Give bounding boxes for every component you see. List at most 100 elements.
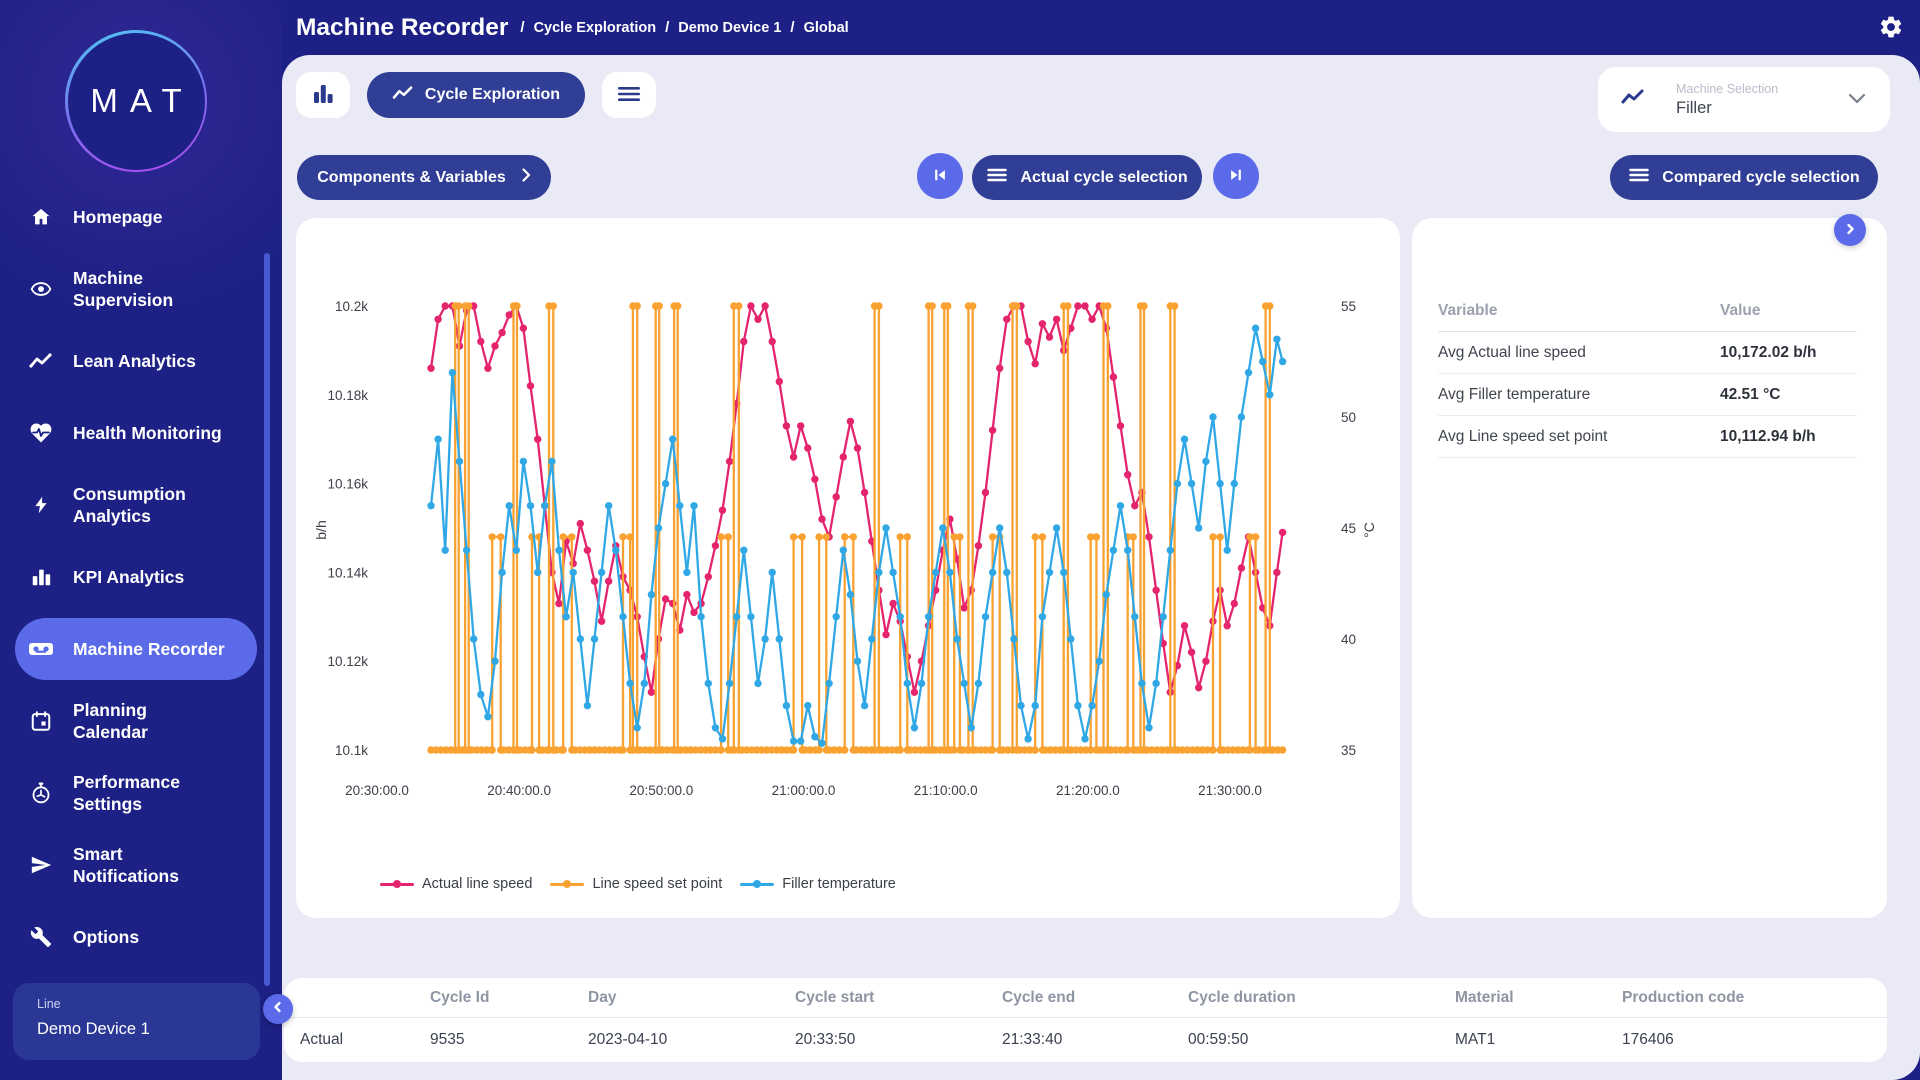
col-material: Material [1455, 989, 1622, 1007]
sidebar-item-health-monitoring[interactable]: Health Monitoring [0, 397, 282, 469]
col-cycle-start: Cycle start [795, 989, 1002, 1007]
sidebar-item-kpi-analytics[interactable]: KPI Analytics [0, 541, 282, 613]
hamburger-icon [617, 85, 641, 106]
breadcrumb-global[interactable]: Global [804, 20, 849, 36]
cycle-table-row-actual: Actual 9535 2023-04-10 20:33:50 21:33:40… [284, 1018, 1887, 1061]
mat-logo: MAT [65, 30, 207, 172]
heart-pulse-icon [28, 422, 54, 444]
sidebar-item-smart-notifications[interactable]: SmartNotifications [0, 829, 282, 901]
main-panel: Cycle Exploration Machine Selection Fill… [282, 55, 1920, 1080]
components-variables-label: Components & Variables [317, 169, 506, 187]
logo-text: MAT [78, 82, 193, 120]
sidebar-item-homepage[interactable]: Homepage [0, 181, 282, 253]
stats-header-variable: Variable [1438, 302, 1720, 320]
chart-legend: Actual line speed Line speed set point F… [380, 876, 896, 892]
bar-chart-view-button[interactable] [296, 72, 350, 118]
hamburger-icon [986, 167, 1008, 188]
svg-text:10.2k: 10.2k [335, 299, 368, 314]
machine-selection-value: Filler [1676, 99, 1848, 118]
sidebar-collapse-button[interactable] [263, 994, 293, 1024]
cycle-stats-card: Variable Value Avg Actual line speed 10,… [1412, 218, 1887, 918]
legend-swatch-orange [550, 880, 584, 888]
machine-selection-label: Machine Selection [1676, 82, 1848, 96]
compared-cycle-selection-button[interactable]: Compared cycle selection [1610, 155, 1878, 200]
sidebar-item-options[interactable]: Options [0, 901, 282, 973]
chevron-down-icon [1848, 91, 1866, 109]
stats-panel-expand-button[interactable] [1834, 214, 1866, 246]
svg-text:21:10:00.0: 21:10:00.0 [914, 783, 978, 798]
sidebar: MAT Homepage MachineSupervision Lean Ana… [0, 0, 282, 1080]
components-variables-button[interactable]: Components & Variables [297, 155, 551, 200]
stats-row: Avg Filler temperature 42.51 °C [1438, 374, 1857, 416]
svg-text:21:20:00.0: 21:20:00.0 [1056, 783, 1120, 798]
svg-text:°C: °C [1361, 522, 1377, 538]
view-menu-button[interactable] [602, 72, 656, 118]
sidebar-item-machine-supervision[interactable]: MachineSupervision [0, 253, 282, 325]
legend-swatch-blue [740, 880, 774, 888]
cycle-table-header-row: Cycle Id Day Cycle start Cycle end Cycle… [284, 978, 1887, 1018]
svg-text:10.16k: 10.16k [327, 477, 368, 492]
cycle-chart-svg: 10.1k10.12k10.14k10.16k10.18k10.2k354045… [296, 218, 1400, 918]
compared-cycle-label: Compared cycle selection [1662, 169, 1859, 187]
actual-cycle-selection-button[interactable]: Actual cycle selection [972, 155, 1202, 200]
send-icon [28, 854, 54, 876]
breadcrumb: / Cycle Exploration / Demo Device 1 / Gl… [520, 19, 848, 36]
legend-filler-temperature[interactable]: Filler temperature [740, 876, 896, 892]
next-cycle-button[interactable] [1213, 153, 1259, 199]
sidebar-item-lean-analytics[interactable]: Lean Analytics [0, 325, 282, 397]
sidebar-scrollbar[interactable] [264, 253, 270, 986]
cycle-table-card: Cycle Id Day Cycle start Cycle end Cycle… [284, 978, 1887, 1062]
breadcrumb-demo-device[interactable]: Demo Device 1 [678, 20, 781, 36]
trend-icon [28, 351, 54, 371]
gear-icon [1878, 27, 1904, 44]
skip-previous-icon [931, 166, 949, 187]
chevron-right-icon [522, 168, 531, 187]
bar-chart-icon [311, 82, 335, 109]
sidebar-item-consumption-analytics[interactable]: ConsumptionAnalytics [0, 469, 282, 541]
actual-cycle-label: Actual cycle selection [1020, 169, 1187, 187]
sidebar-item-performance-settings[interactable]: PerformanceSettings [0, 757, 282, 829]
breadcrumb-cycle-exploration[interactable]: Cycle Exploration [534, 20, 656, 36]
cycle-exploration-tab[interactable]: Cycle Exploration [367, 72, 585, 118]
chevron-right-icon [1844, 223, 1856, 238]
stats-row: Avg Line speed set point 10,112.94 b/h [1438, 416, 1857, 458]
stats-row: Avg Actual line speed 10,172.02 b/h [1438, 332, 1857, 374]
recorder-icon [28, 638, 54, 660]
sidebar-item-machine-recorder[interactable]: Machine Recorder [0, 613, 282, 685]
col-production-code: Production code [1622, 989, 1887, 1007]
svg-text:21:00:00.0: 21:00:00.0 [772, 783, 836, 798]
svg-text:55: 55 [1341, 299, 1356, 314]
svg-text:20:40:00.0: 20:40:00.0 [487, 783, 551, 798]
cycle-exploration-label: Cycle Exploration [425, 86, 560, 104]
sidebar-nav: Homepage MachineSupervision Lean Analyti… [0, 181, 282, 973]
svg-text:10.14k: 10.14k [327, 565, 368, 580]
col-cycle-id: Cycle Id [430, 989, 588, 1007]
svg-text:10.1k: 10.1k [335, 743, 368, 758]
settings-gear-button[interactable] [1878, 14, 1904, 40]
stats-table: Variable Value Avg Actual line speed 10,… [1438, 290, 1857, 458]
line-device-card[interactable]: Line Demo Device 1 [13, 983, 260, 1060]
stats-header-value: Value [1720, 302, 1761, 320]
svg-text:50: 50 [1341, 410, 1356, 425]
col-day: Day [588, 989, 795, 1007]
machine-selection-dropdown[interactable]: Machine Selection Filler [1598, 67, 1890, 132]
sidebar-item-planning-calendar[interactable]: PlanningCalendar [0, 685, 282, 757]
top-header: Machine Recorder / Cycle Exploration / D… [282, 0, 1920, 55]
eye-icon [28, 278, 54, 300]
col-cycle-end: Cycle end [1002, 989, 1188, 1007]
skip-next-icon [1227, 166, 1245, 187]
previous-cycle-button[interactable] [917, 153, 963, 199]
row-label: Actual [300, 1031, 430, 1049]
svg-text:45: 45 [1341, 521, 1356, 536]
legend-actual-line-speed[interactable]: Actual line speed [380, 876, 532, 892]
stopwatch-icon [28, 781, 54, 805]
svg-text:20:30:00.0: 20:30:00.0 [345, 783, 409, 798]
col-cycle-duration: Cycle duration [1188, 989, 1455, 1007]
line-chart-icon [392, 84, 414, 107]
svg-text:10.12k: 10.12k [327, 654, 368, 669]
home-icon [28, 206, 54, 228]
svg-text:40: 40 [1341, 632, 1356, 647]
svg-text:21:30:00.0: 21:30:00.0 [1198, 783, 1262, 798]
legend-line-speed-set-point[interactable]: Line speed set point [550, 876, 722, 892]
svg-text:20:50:00.0: 20:50:00.0 [629, 783, 693, 798]
